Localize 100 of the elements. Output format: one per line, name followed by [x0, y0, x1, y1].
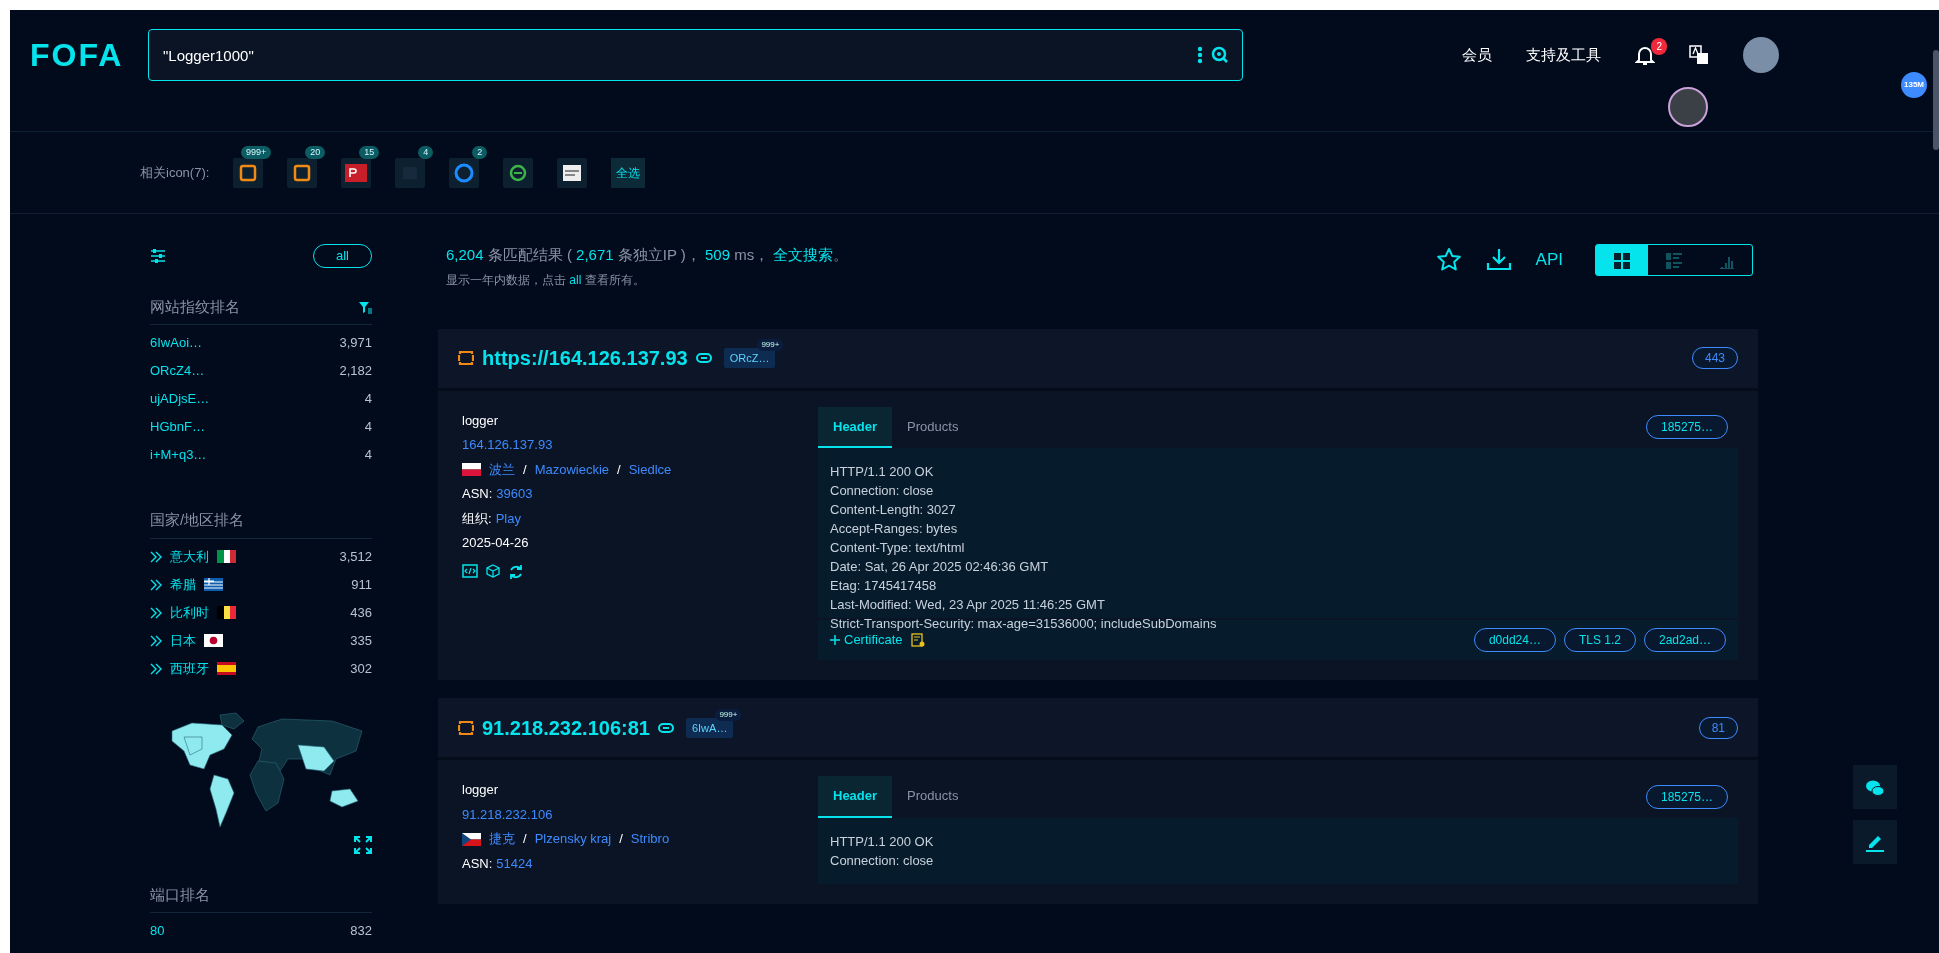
select-all-button[interactable]: 全选 — [611, 157, 646, 188]
full-text-search-link[interactable]: 全文搜索 — [773, 246, 834, 263]
related-icon[interactable] — [557, 157, 588, 188]
result-url[interactable]: https://164.126.137.93 — [482, 343, 688, 373]
wechat-button[interactable] — [1853, 765, 1897, 809]
download-icon[interactable] — [1485, 247, 1512, 273]
tab[interactable]: Header — [818, 406, 893, 448]
header-line: Date: Sat, 26 Apr 2025 02:46:36 GMT — [830, 558, 1050, 576]
tab[interactable]: Products — [892, 776, 974, 818]
count-badge: 999+ — [757, 339, 784, 352]
ip-link[interactable]: 164.126.137.93 — [462, 437, 553, 452]
view-toggle[interactable] — [1595, 244, 1753, 276]
fingerprint-tag[interactable]: 6IwA… — [685, 717, 734, 738]
count-badge: 2 — [472, 145, 488, 159]
double-chevron-icon[interactable] — [150, 550, 162, 563]
ranking-link[interactable]: 日本 — [170, 630, 196, 651]
count: 436 — [350, 603, 372, 622]
filter-icon[interactable] — [358, 299, 372, 314]
ranking-link[interactable]: 6IwAoi… — [150, 333, 203, 353]
location-link[interactable]: Mazowieckie — [534, 457, 610, 482]
hash-badge[interactable]: 185275… — [1645, 415, 1728, 440]
ranking-link[interactable]: 西班牙 — [170, 658, 209, 679]
header-line: Strict-Transport-Security: max-age=31536000; includeSubDomains — [830, 615, 1218, 633]
location-link[interactable]: Plzensky kraj — [534, 827, 612, 852]
logo[interactable]: FOFA — [30, 31, 140, 79]
refresh-icon[interactable] — [508, 563, 524, 580]
certificate-icon[interactable] — [910, 633, 925, 647]
related-icon[interactable] — [341, 157, 372, 188]
bell-icon[interactable] — [1635, 44, 1655, 66]
org-link[interactable]: Play — [495, 506, 521, 531]
double-chevron-icon[interactable] — [150, 634, 162, 647]
count: 911 — [351, 575, 372, 594]
double-chevron-icon[interactable] — [150, 578, 162, 591]
related-icon[interactable] — [287, 157, 318, 188]
search-field[interactable]: "Logger1000" — [148, 29, 1243, 81]
filter-settings-icon[interactable] — [150, 247, 166, 264]
separator: / — [617, 460, 621, 479]
header-line: Connection: close — [830, 482, 935, 500]
ranking-link[interactable]: HGbnF… — [150, 417, 205, 437]
round-icon[interactable] — [1668, 87, 1708, 127]
cube-icon[interactable] — [486, 563, 500, 578]
certificate-tag[interactable]: 2ad2ad… — [1643, 628, 1726, 652]
related-icon-label: 相关icon(7): — [140, 163, 210, 182]
scrollbar[interactable] — [1933, 50, 1939, 150]
header-line: HTTP/1.1 200 OK — [830, 463, 935, 481]
asn-label: ASN: — [462, 485, 493, 503]
ranking-link[interactable]: 意大利 — [170, 546, 209, 567]
location-link[interactable]: Siedlce — [628, 457, 672, 482]
related-icon[interactable] — [233, 157, 264, 188]
code-icon[interactable] — [462, 563, 478, 578]
certificate-tag[interactable]: TLS 1.2 — [1563, 628, 1636, 652]
ranking-link[interactable]: ORcZ4… — [150, 361, 205, 381]
ranking-link[interactable]: 80 — [150, 921, 165, 941]
double-chevron-icon[interactable] — [150, 662, 162, 675]
ranking-link[interactable]: 比利时 — [170, 602, 209, 623]
header-line: Last-Modified: Wed, 23 Apr 2025 11:46:25 GMT — [830, 596, 1106, 614]
asn-link[interactable]: 51424 — [496, 851, 533, 876]
nav-link[interactable]: 会员 — [1462, 43, 1492, 67]
date: 2025-04-26 — [462, 534, 530, 552]
ranking-link[interactable]: 希腊 — [170, 574, 196, 595]
api-link[interactable]: API — [1535, 247, 1563, 273]
section-title: 网站指纹排名 — [150, 296, 240, 317]
port-badge[interactable]: 81 — [1698, 716, 1738, 739]
star-icon[interactable] — [1435, 247, 1462, 273]
related-icon[interactable] — [503, 157, 534, 188]
avatar[interactable] — [1743, 37, 1779, 73]
double-chevron-icon[interactable] — [150, 606, 162, 619]
count-badge: 15 — [359, 145, 380, 159]
nav-link[interactable]: 支持及工具 — [1526, 43, 1601, 67]
grid-view-button[interactable] — [1596, 245, 1648, 275]
translate-icon[interactable] — [1689, 45, 1709, 65]
asn-link[interactable]: 39603 — [496, 482, 533, 507]
expand-icon[interactable] — [354, 835, 372, 854]
search-icon[interactable] — [1211, 46, 1229, 64]
frame-icon — [458, 350, 474, 366]
related-icon[interactable] — [449, 157, 480, 188]
ranking-link[interactable]: ujADjsE… — [150, 389, 210, 409]
ip-link[interactable]: 91.218.232.106 — [462, 806, 553, 822]
edit-button[interactable] — [1853, 820, 1897, 864]
ranking-link[interactable]: i+M+q3… — [150, 445, 207, 465]
count: 4 — [364, 390, 372, 409]
certificate-link[interactable]: Certificate — [830, 630, 903, 650]
all-link[interactable]: all — [569, 272, 582, 287]
location-link[interactable]: 捷克 — [489, 827, 515, 852]
result-url[interactable]: 91.218.232.106:81 — [482, 712, 650, 743]
list-icon — [1666, 252, 1682, 269]
link-icon[interactable] — [695, 353, 712, 363]
more-icon[interactable] — [1197, 46, 1203, 64]
header-line: Content-Length: 3027 — [830, 501, 957, 519]
tab[interactable]: Products — [892, 406, 974, 448]
location-link[interactable]: 波兰 — [489, 457, 515, 482]
fingerprint-tag[interactable]: ORcZ… — [723, 348, 776, 369]
port-badge[interactable]: 443 — [1691, 347, 1738, 369]
certificate-tag[interactable]: d0dd24… — [1473, 628, 1556, 652]
plus-icon — [830, 635, 840, 645]
tab[interactable]: Header — [818, 776, 893, 818]
frame-icon — [458, 719, 474, 736]
hash-badge[interactable]: 185275… — [1645, 784, 1728, 809]
link-icon[interactable] — [657, 722, 674, 733]
location-link[interactable]: Stribro — [630, 827, 670, 852]
